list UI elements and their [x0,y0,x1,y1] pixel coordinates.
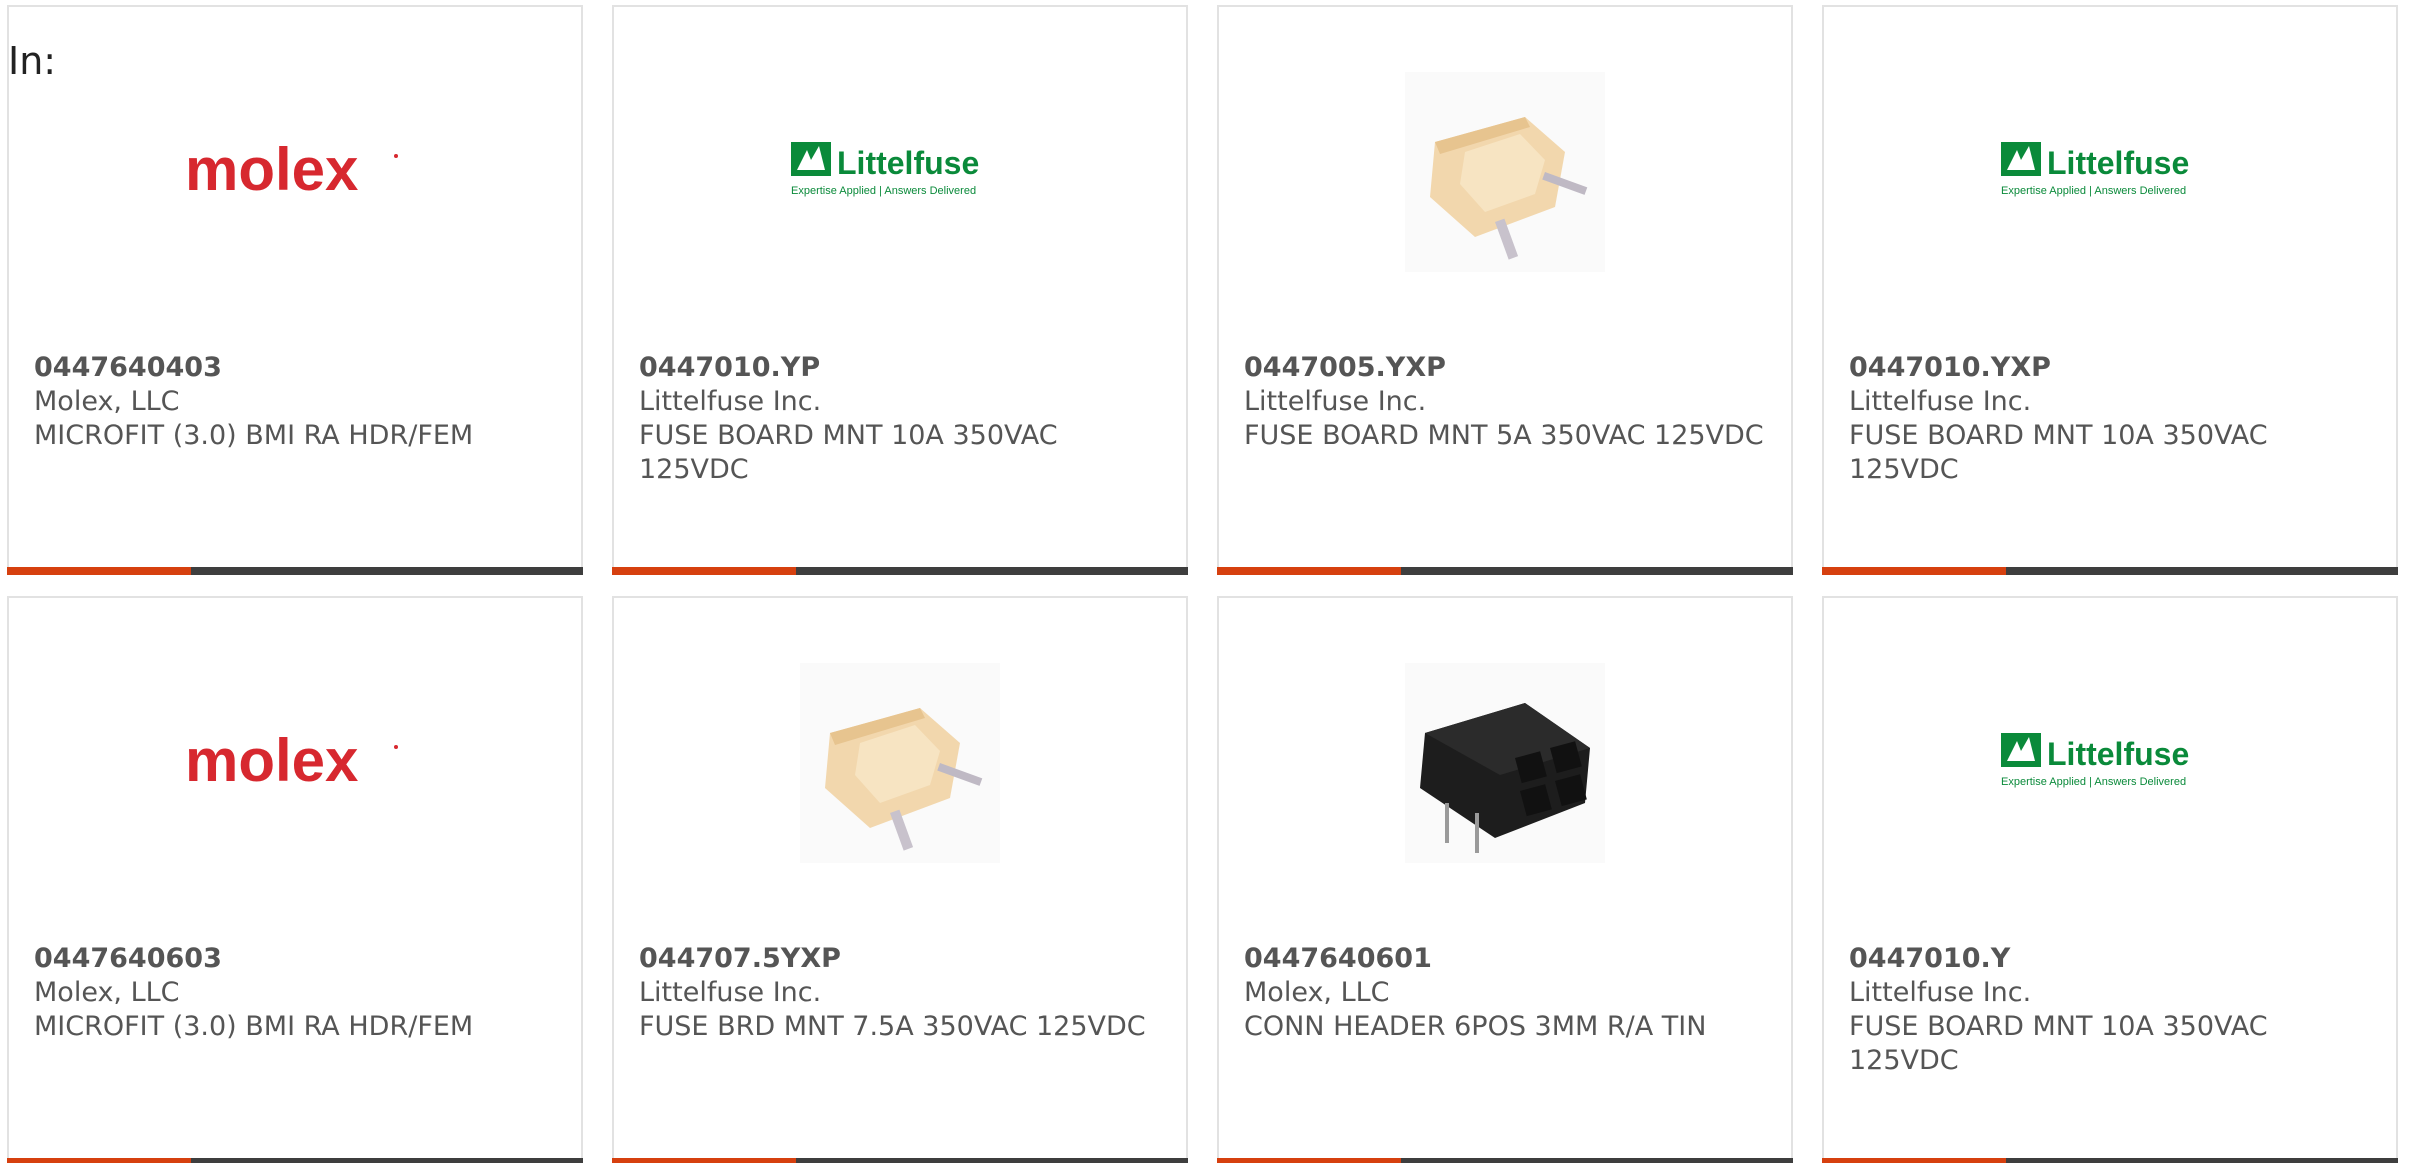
description: MICROFIT (3.0) BMI RA HDR/FEM [34,420,474,451]
product-image: molex [9,598,581,928]
product-card[interactable]: 044707.5YXP Littelfuse Inc. FUSE BRD MNT… [612,596,1188,1163]
littelfuse-logo-icon: Littelfuse Expertise Applied | Answers D… [791,142,979,197]
product-info: 0447010.YXP Littelfuse Inc. FUSE BOARD M… [1849,351,2376,487]
svg-text:molex: molex [185,136,358,203]
product-image [1219,598,1791,928]
product-info: 0447640601 Molex, LLC CONN HEADER 6POS 3… [1244,942,1771,1044]
manufacturer: Littelfuse Inc. [1849,386,2032,417]
card-bar [7,1158,583,1163]
card-bar [1822,1158,2398,1163]
card-bar [612,567,1188,575]
description: MICROFIT (3.0) BMI RA HDR/FEM [34,1011,474,1042]
card-bar [1822,567,2398,575]
svg-text:molex: molex [185,727,358,794]
card-bar [1217,1158,1793,1163]
fuse-photo-icon [800,663,1000,863]
product-card[interactable]: 0447005.YXP Littelfuse Inc. FUSE BOARD M… [1217,5,1793,575]
svg-text:Expertise Applied | Answers De: Expertise Applied | Answers Delivered [2001,776,2186,788]
product-info: 0447010.YP Littelfuse Inc. FUSE BOARD MN… [639,351,1166,487]
littelfuse-logo-icon: Littelfuse Expertise Applied | Answers D… [2001,142,2189,197]
connector-photo-icon [1405,663,1605,863]
svg-text:Littelfuse: Littelfuse [837,145,979,181]
part-number-link[interactable]: 0447640403 [34,351,561,385]
product-image: Littelfuse Expertise Applied | Answers D… [1824,598,2396,928]
product-image: molex [9,7,581,337]
part-number-link[interactable]: 0447640603 [34,942,561,976]
part-number-link[interactable]: 044707.5YXP [639,942,1166,976]
product-card[interactable]: Littelfuse Expertise Applied | Answers D… [1822,596,2398,1163]
product-card[interactable]: Littelfuse Expertise Applied | Answers D… [612,5,1188,575]
description: FUSE BRD MNT 7.5A 350VAC 125VDC [639,1011,1146,1042]
molex-logo-icon: molex [185,136,398,203]
part-number-link[interactable]: 0447640601 [1244,942,1771,976]
manufacturer: Molex, LLC [1244,977,1390,1008]
product-info: 0447005.YXP Littelfuse Inc. FUSE BOARD M… [1244,351,1771,453]
manufacturer: Molex, LLC [34,386,180,417]
svg-text:Littelfuse: Littelfuse [2047,145,2189,181]
description: FUSE BOARD MNT 5A 350VAC 125VDC [1244,420,1764,451]
description: FUSE BOARD MNT 10A 350VAC 125VDC [1849,1011,2268,1076]
manufacturer: Molex, LLC [34,977,180,1008]
product-image [1219,7,1791,337]
manufacturer: Littelfuse Inc. [639,977,822,1008]
description: FUSE BOARD MNT 10A 350VAC 125VDC [639,420,1058,485]
product-info: 044707.5YXP Littelfuse Inc. FUSE BRD MNT… [639,942,1166,1044]
molex-logo-icon: molex [185,727,398,794]
product-card[interactable]: molex 0447640403 Molex, LLC MICROFIT (3.… [7,5,583,575]
card-bar [612,1158,1188,1163]
product-info: 0447640603 Molex, LLC MICROFIT (3.0) BMI… [34,942,561,1044]
part-number-link[interactable]: 0447010.YXP [1849,351,2376,385]
product-image [614,598,1186,928]
card-bar [7,567,583,575]
manufacturer: Littelfuse Inc. [1849,977,2032,1008]
filter-label: In: [8,39,57,83]
product-card[interactable]: Littelfuse Expertise Applied | Answers D… [1822,5,2398,575]
manufacturer: Littelfuse Inc. [1244,386,1427,417]
description: FUSE BOARD MNT 10A 350VAC 125VDC [1849,420,2268,485]
part-number-link[interactable]: 0447005.YXP [1244,351,1771,385]
fuse-photo-icon [1405,72,1605,272]
product-image: Littelfuse Expertise Applied | Answers D… [1824,7,2396,337]
part-number-link[interactable]: 0447010.YP [639,351,1166,385]
part-number-link[interactable]: 0447010.Y [1849,942,2376,976]
manufacturer: Littelfuse Inc. [639,386,822,417]
product-grid-page: In: molex 0447640403 Molex, LLC MICROFIT… [0,0,2410,1163]
description: CONN HEADER 6POS 3MM R/A TIN [1244,1011,1707,1042]
product-card[interactable]: molex 0447640603 Molex, LLC MICROFIT (3.… [7,596,583,1163]
card-bar [1217,567,1793,575]
littelfuse-logo-icon: Littelfuse Expertise Applied | Answers D… [2001,733,2189,788]
product-info: 0447010.Y Littelfuse Inc. FUSE BOARD MNT… [1849,942,2376,1078]
product-image: Littelfuse Expertise Applied | Answers D… [614,7,1186,337]
product-info: 0447640403 Molex, LLC MICROFIT (3.0) BMI… [34,351,561,453]
svg-text:Expertise Applied | Answers De: Expertise Applied | Answers Delivered [2001,185,2186,197]
svg-text:Expertise Applied | Answers De: Expertise Applied | Answers Delivered [791,185,976,197]
svg-text:Littelfuse: Littelfuse [2047,736,2189,772]
product-card[interactable]: 0447640601 Molex, LLC CONN HEADER 6POS 3… [1217,596,1793,1163]
